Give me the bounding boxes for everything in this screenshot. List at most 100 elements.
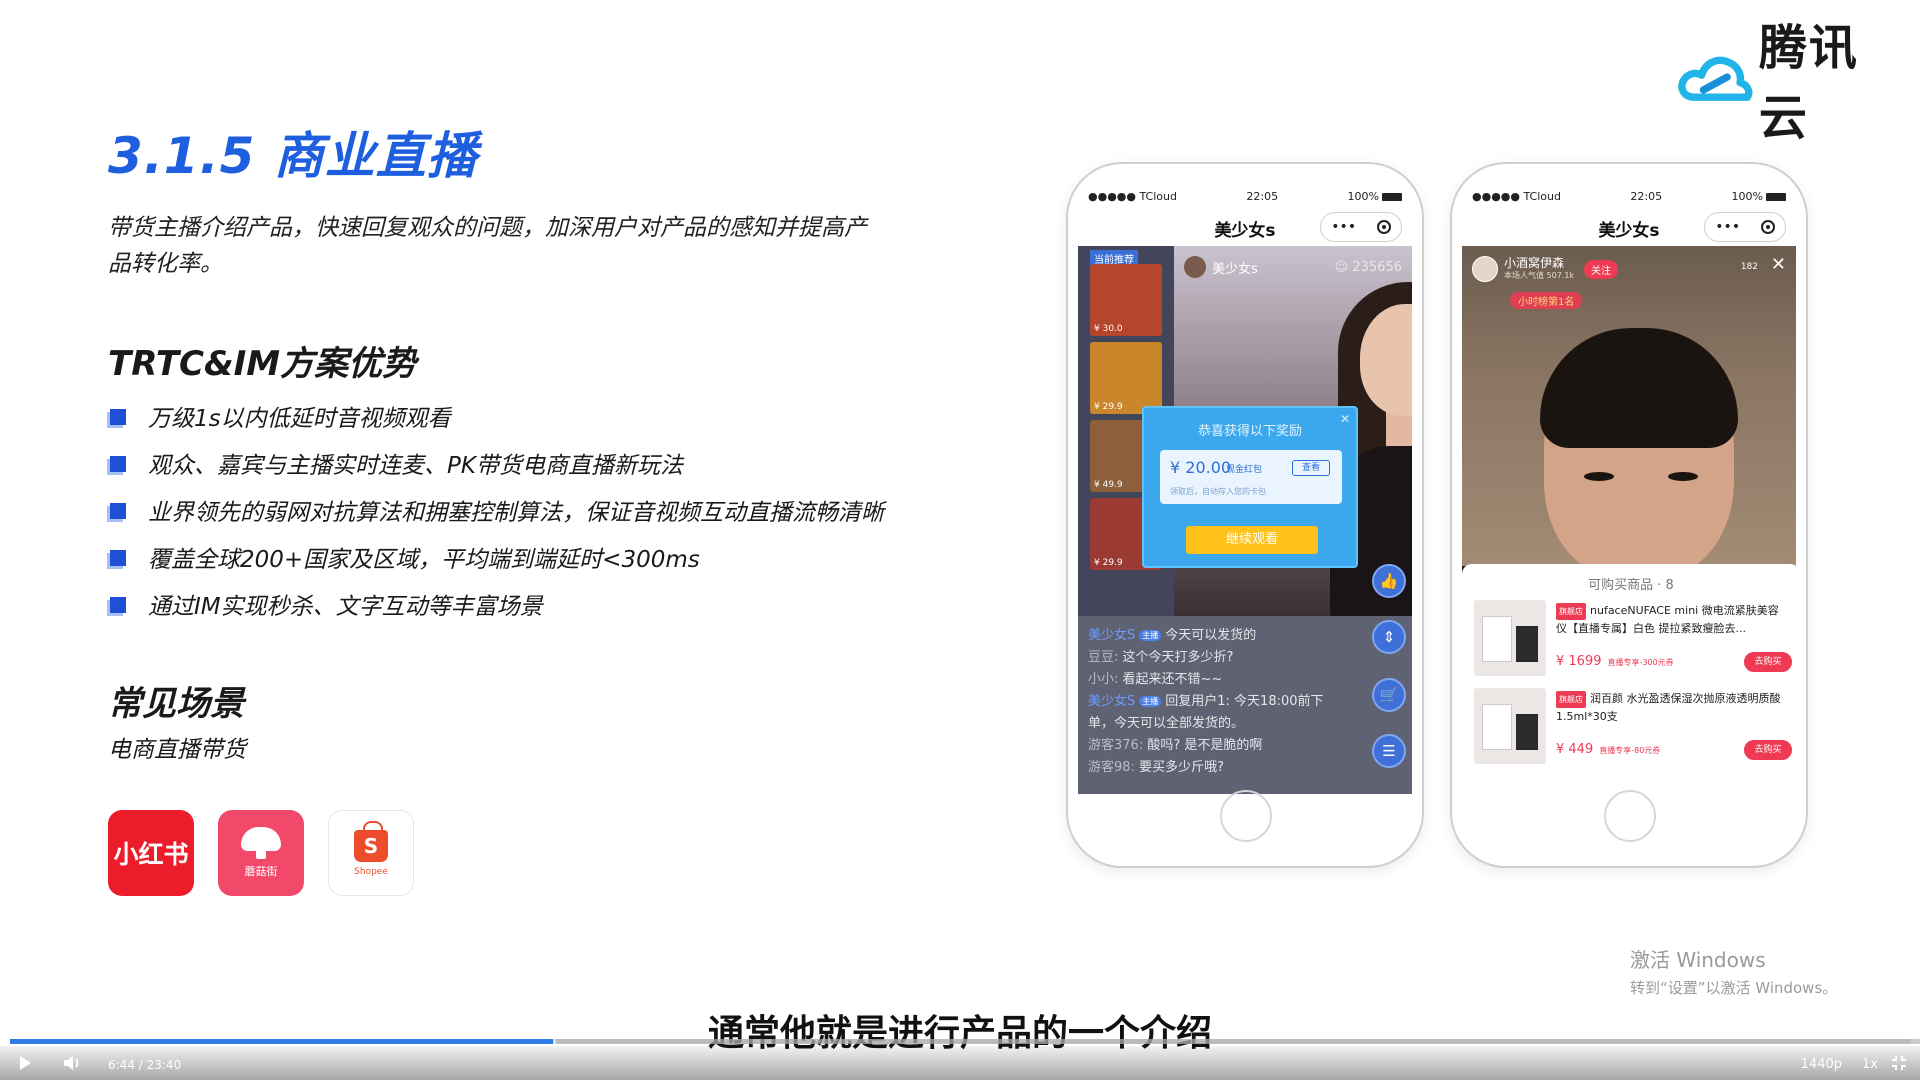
slide: 腾讯云 3.1.5 商业直播 带货主播介绍产品，快速回复观众的问题，加深用户对产…	[0, 0, 1920, 1080]
cart-icon[interactable]: 🛒	[1372, 678, 1406, 712]
shopee-app-icon: S Shopee	[328, 810, 414, 896]
product-device-shape	[1516, 626, 1538, 662]
scene-subtitle: 电商直播带货	[108, 737, 246, 763]
product-price: ¥ 1699 直播专享-300元券	[1556, 654, 1674, 669]
speed-selector[interactable]: 1x	[1862, 1053, 1878, 1075]
watermark-line1: 激活 Windows	[1630, 948, 1766, 972]
quality-selector[interactable]: 1440p	[1801, 1053, 1842, 1075]
page-title: 3.1.5 商业直播	[108, 127, 478, 185]
chat-text: 酸吗? 是不是脆的啊	[1147, 738, 1263, 753]
advantages-heading: TRTC&IM方案优势	[108, 344, 417, 384]
watermark-line2: 转到“设置”以激活 Windows。	[1630, 979, 1838, 997]
chat-message: 小小: 看起来还不错~~	[1088, 668, 1222, 687]
product-thumb[interactable]: ¥ 29.9	[1090, 342, 1162, 414]
avatar[interactable]	[1472, 256, 1498, 282]
more-icon[interactable]: •••	[1715, 219, 1740, 235]
level-badge: 主播	[1139, 696, 1162, 707]
chat-name: 游客376:	[1088, 738, 1144, 753]
product-item[interactable]: 旗舰店 润百颜 水光盈透保湿次抛原液透明质酸 1.5ml*30支 ¥ 449 直播专…	[1474, 688, 1792, 774]
close-icon[interactable]: ✕	[1771, 254, 1786, 275]
buy-button[interactable]: 去购买	[1744, 652, 1792, 672]
product-thumb[interactable]: ¥ 30.0	[1090, 264, 1162, 336]
like-icon[interactable]: 👍	[1372, 564, 1406, 598]
battery: 100%	[1732, 190, 1786, 206]
coupon-tag: 现金红包	[1226, 465, 1263, 475]
mogujie-app-icon: 蘑菇街	[218, 810, 304, 896]
rank-badge[interactable]: 小时榜第1名	[1510, 292, 1583, 309]
clock: 22:05	[1630, 190, 1663, 203]
chat-message: 游客98: 要买多少斤哦?	[1088, 756, 1224, 775]
viewer-count: 182	[1740, 262, 1758, 272]
price-value: ¥ 1699	[1556, 654, 1602, 669]
product-name: 旗舰店 nufaceNUFACE mini 微电流紧肤美容仪【直播专属】白色 提拉…	[1556, 602, 1786, 637]
video-player-controls: 6:44 / 23:40 1440p 1x	[0, 1046, 1920, 1080]
coupon-note: 领取后，自动存入您的卡包	[1170, 487, 1266, 496]
bullet-square-icon	[110, 597, 126, 613]
shopee-label: Shopee	[354, 866, 388, 877]
status-bar: ●●●●● TCloud 22:05 100%	[1472, 190, 1786, 206]
battery-level: 100%	[1347, 190, 1379, 203]
chat-message: 游客376: 酸吗? 是不是脆的啊	[1088, 734, 1262, 753]
close-target-icon[interactable]	[1760, 220, 1775, 234]
chat-message: 豆豆: 这个今天打多少折?	[1088, 646, 1233, 665]
product-price: ¥ 449 直播专享-80元券	[1556, 742, 1660, 757]
windows-activation-watermark: 激活 Windows 转到“设置”以激活 Windows。	[1630, 944, 1837, 998]
follow-button[interactable]: 关注	[1584, 260, 1618, 279]
viewer-count: ☺ 235656	[1334, 260, 1402, 275]
carrier: ●●●●● TCloud	[1472, 190, 1561, 203]
store-flag: 旗舰店	[1556, 691, 1586, 708]
avatar[interactable]	[1184, 256, 1206, 278]
host-bar: 小酒窝伊森 本场人气值 507.1k 关注 182 ✕	[1472, 254, 1786, 284]
mushroom-icon	[241, 827, 281, 859]
capsule-menu[interactable]: •••	[1704, 212, 1786, 242]
cloud-logo-icon	[1678, 56, 1753, 101]
shopping-bag-icon: S	[354, 820, 388, 862]
exit-fullscreen-icon	[1892, 1056, 1906, 1070]
clock: 22:05	[1246, 190, 1279, 203]
exit-fullscreen-button[interactable]	[1890, 1052, 1908, 1074]
chat-text: 单，今天可以全部发货的。	[1088, 716, 1245, 731]
chat-text: 今天可以发货的	[1165, 628, 1257, 643]
comment-icon[interactable]: ☰	[1372, 734, 1406, 768]
home-button[interactable]	[1220, 790, 1272, 842]
home-button[interactable]	[1604, 790, 1656, 842]
discount-tag: 直播专享-300元券	[1607, 658, 1674, 667]
progress-bar[interactable]	[10, 1039, 1920, 1044]
product-device-shape	[1516, 714, 1538, 750]
chat-name: 美少女S	[1088, 694, 1136, 709]
thumb-price: ¥ 29.9	[1094, 558, 1123, 568]
advantages-list: 万级1s以内低延时音视频观看 观众、嘉宾与主播实时连麦、PK带货电商直播新玩法 …	[108, 402, 948, 637]
thumb-price: ¥ 49.9	[1094, 480, 1123, 490]
host-name: 美少女s	[1212, 262, 1258, 277]
live-screen: 当前推荐 ¥ 30.0 ¥ 29.9 ¥ 49.9 ¥ 29.9 美少女s ☺ …	[1078, 246, 1412, 794]
mgj-label: 蘑菇街	[244, 865, 278, 878]
mini-program-navbar: 美少女s •••	[1078, 210, 1412, 244]
list-item: 覆盖全球200+国家及区域，平均端到端延时<300ms	[108, 543, 948, 590]
list-item: 观众、嘉宾与主播实时连麦、PK带货电商直播新玩法	[108, 449, 948, 496]
host-name: 小酒窝伊森	[1504, 256, 1565, 270]
close-target-icon[interactable]	[1376, 220, 1391, 234]
product-item[interactable]: 旗舰店 nufaceNUFACE mini 微电流紧肤美容仪【直播专属】白色 提拉…	[1474, 600, 1792, 686]
scene-heading: 常见场景	[108, 684, 244, 724]
buy-button[interactable]: 去购买	[1744, 740, 1792, 760]
eye-shape	[1584, 472, 1614, 481]
capsule-menu[interactable]: •••	[1320, 212, 1402, 242]
phone-mockup-live: ●●●●● TCloud 22:05 100% 美少女s ••• 当前推荐 ¥ …	[1066, 162, 1424, 868]
coupon-icon[interactable]: ⇕	[1372, 620, 1406, 654]
chat-text: 看起来还不错~~	[1122, 672, 1223, 687]
view-coupon-button[interactable]: 查看	[1292, 460, 1330, 476]
coupon-amount: ¥ 20.00	[1170, 458, 1232, 477]
level-badge: 主播	[1139, 630, 1162, 641]
play-button[interactable]	[14, 1052, 36, 1074]
phone-mockup-shop: ●●●●● TCloud 22:05 100% 美少女s ••• 小酒窝伊森 本…	[1450, 162, 1808, 868]
continue-watching-button[interactable]: 继续观看	[1186, 526, 1318, 554]
tencent-cloud-logo: 腾讯云	[1676, 20, 1896, 146]
volume-button[interactable]	[60, 1052, 84, 1074]
chat-name: 游客98:	[1088, 760, 1135, 775]
xhs-label: 小红书	[113, 840, 189, 869]
more-icon[interactable]: •••	[1331, 219, 1356, 235]
volume-icon	[64, 1056, 79, 1070]
bullet-text: 业界领先的弱网对抗算法和拥塞控制算法，保证音视频互动直播流畅清晰	[148, 500, 884, 526]
logo-text: 腾讯云	[1758, 20, 1859, 146]
bullet-square-icon	[110, 503, 126, 519]
